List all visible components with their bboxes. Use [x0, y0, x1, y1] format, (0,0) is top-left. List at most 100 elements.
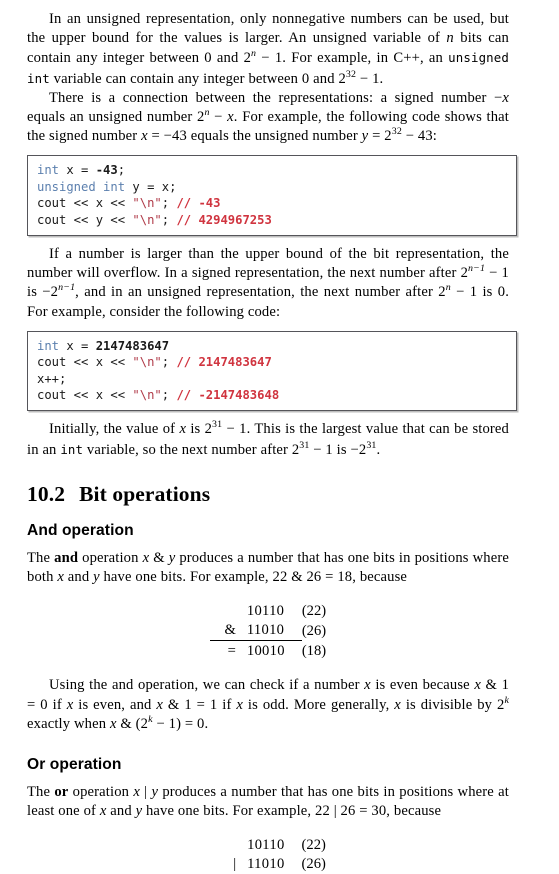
text-run: is 2: [186, 421, 213, 438]
code-token: // -2147483648: [176, 388, 280, 403]
bit-row-decimal: (22): [301, 837, 326, 854]
code-token: int: [37, 163, 60, 178]
text-run: There is a connection between the repres…: [49, 89, 503, 106]
code-token: "\n": [132, 388, 162, 403]
math-var-y: y: [135, 803, 143, 820]
math-var-x: x: [57, 569, 64, 586]
code-token: ;: [161, 355, 177, 370]
code-token: ;: [161, 388, 177, 403]
text-run: The: [27, 549, 55, 566]
code-token: cout << x <<: [37, 388, 133, 403]
exponent: 32: [345, 68, 357, 80]
text-run: & (2: [116, 715, 149, 732]
text-run: is odd. More generally,: [243, 696, 395, 713]
bit-row-operator: [210, 836, 247, 855]
bit-row-binary: 11010: [246, 622, 285, 639]
code-token: ;: [161, 196, 177, 211]
text-run: − 43:: [401, 128, 437, 145]
text-run: have one bits. For example, 22 & 26 = 18…: [99, 569, 408, 586]
math-var-x: x: [502, 89, 509, 106]
exponent: 31: [299, 439, 310, 451]
paragraph-unsigned-representation: In an unsigned representation, only nonn…: [27, 10, 509, 89]
text-run: is even because: [370, 677, 475, 694]
bit-row-decimal: (22): [301, 603, 327, 620]
text-run: = −43 equals the unsigned number: [147, 128, 362, 145]
bit-row-decimal: (18): [301, 643, 327, 660]
bit-row-decimal: (26): [301, 856, 326, 873]
code-block-signed-unsigned: int x = -43; unsigned int y = x; cout <<…: [27, 155, 517, 237]
code-token: ;: [117, 163, 126, 178]
exponent: k: [504, 694, 509, 706]
code-listing: int x = 2147483647 cout << x << "\n"; //…: [37, 338, 507, 404]
code-token: cout << x <<: [37, 355, 133, 370]
code-token: "\n": [132, 196, 162, 211]
text-run: Using the and operation, we can check if…: [49, 677, 365, 694]
text-run: − 1 is −2: [309, 441, 367, 458]
bit-table-row: = 10010 (18): [209, 640, 327, 662]
math-var-x: x: [364, 677, 371, 694]
math-var-y: y: [93, 569, 100, 586]
text-run: , and in an unsigned representation, the…: [75, 284, 446, 301]
text-run: and: [106, 803, 136, 820]
exponent: n−1: [58, 282, 76, 294]
math-var-x: x: [394, 696, 401, 713]
text-run: .: [376, 441, 381, 458]
math-var-x: x: [109, 715, 117, 732]
bit-row-decimal: (26): [301, 622, 327, 639]
code-token: cout << x <<: [37, 196, 133, 211]
text-run: In an unsigned representation, only nonn…: [27, 11, 509, 47]
emphasis-and: and: [54, 549, 79, 566]
bit-row-operator: |: [233, 856, 237, 873]
bit-table-row: | 11010 (26): [210, 855, 326, 874]
code-block-overflow: int x = 2147483647 cout << x << "\n"; //…: [27, 330, 517, 412]
paragraph-initial-value: Initially, the value of x is 231 − 1. Th…: [27, 420, 509, 459]
code-token: // 4294967253: [176, 212, 272, 227]
math-var-x: x: [227, 109, 234, 126]
operator-and: &: [149, 549, 169, 566]
math-var-n: n: [446, 30, 454, 47]
section-heading: 10.2 Bit operations: [27, 482, 509, 507]
bit-row-binary: 11010: [247, 856, 285, 873]
paragraph-and-divisibility: Using the and operation, we can check if…: [27, 676, 509, 734]
bit-row-binary: 10110: [247, 837, 285, 854]
code-token: x =: [59, 163, 96, 178]
exponent: 31: [212, 419, 223, 431]
bit-row-operator: [210, 602, 247, 621]
text-run: have one bits. For example, 22 | 26 = 30…: [142, 803, 442, 820]
code-token: // -43: [176, 196, 221, 211]
text-run: is divisible by 2: [400, 696, 505, 713]
paragraph-signed-unsigned-connection: There is a connection between the repres…: [27, 89, 509, 147]
text-run: exactly when: [27, 715, 110, 732]
inline-code: int: [60, 441, 84, 457]
section-number: 10.2: [27, 481, 66, 506]
subsection-heading-or: Or operation: [27, 755, 122, 773]
text-run: is even, and: [73, 696, 157, 713]
text-run: If a number is larger than the upper bou…: [27, 246, 509, 282]
text-run: = 2: [368, 128, 392, 145]
bit-row-operator: =: [209, 640, 247, 662]
text-run: variable can contain any integer between…: [49, 70, 346, 87]
code-token: "\n": [132, 212, 162, 227]
code-token: unsigned int: [37, 179, 126, 194]
code-token: // 2147483647: [176, 355, 272, 370]
bit-table-or: 10110 (22) | 11010 (26): [210, 836, 326, 874]
text-run: Initially, the value of: [49, 421, 180, 438]
text-run: − 1. For example, in C++, an: [256, 50, 449, 67]
code-token: "\n": [132, 355, 162, 370]
subsection-heading-and: And operation: [27, 521, 134, 539]
bit-table-row: & 11010 (26): [210, 621, 327, 641]
code-token: x =: [59, 338, 96, 353]
bit-row-binary: 10110: [246, 603, 285, 620]
code-token: cout << y <<: [37, 212, 133, 227]
text-run: equals an unsigned number 2: [27, 109, 205, 126]
section-title: Bit operations: [79, 481, 211, 506]
text-run: variable, so the next number after 2: [83, 441, 300, 458]
paragraph-overflow: If a number is larger than the upper bou…: [27, 245, 509, 322]
exponent: 31: [366, 439, 377, 451]
exponent: 32: [391, 126, 402, 138]
bit-table-row: 10110 (22): [210, 602, 326, 621]
math-var-x: x: [474, 677, 481, 694]
text-run: & 1 = 1 if: [163, 696, 237, 713]
paragraph-and-operation: The and operation x & y produces a numbe…: [27, 549, 509, 587]
text-run: − 1.: [356, 70, 384, 87]
